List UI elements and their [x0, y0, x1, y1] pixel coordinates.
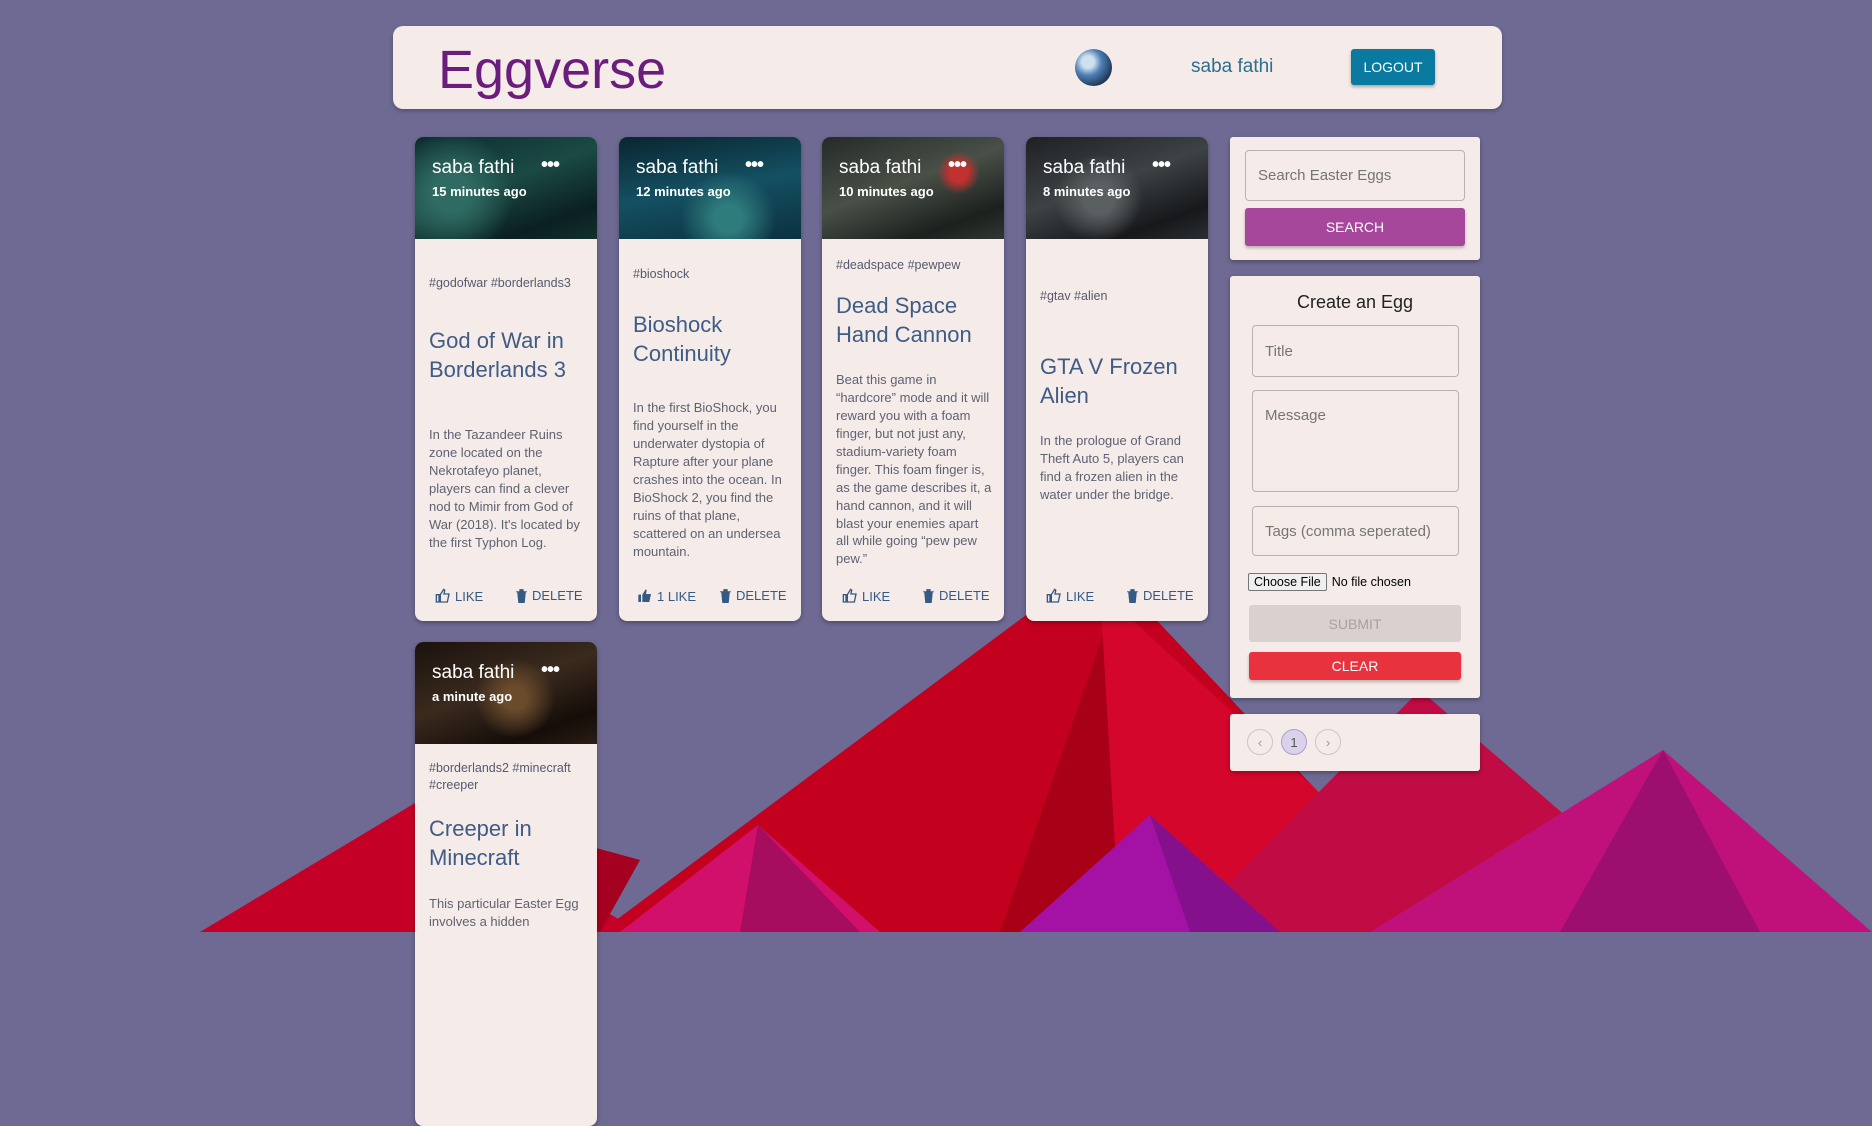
post-card: saba fathi 10 minutes ago ••• #deadspace…: [822, 137, 1004, 621]
post-actions: LIKE DELETE: [1026, 585, 1208, 609]
title-field[interactable]: [1252, 325, 1459, 377]
post-image: saba fathi a minute ago •••: [415, 642, 597, 744]
post-image: saba fathi 8 minutes ago •••: [1026, 137, 1208, 239]
more-options-icon[interactable]: •••: [948, 154, 967, 177]
post-title: Dead Space Hand Cannon: [836, 293, 972, 347]
search-panel: SEARCH: [1230, 137, 1480, 260]
post-image: saba fathi 12 minutes ago •••: [619, 137, 801, 239]
search-input[interactable]: [1245, 150, 1465, 201]
file-input: Choose File No file chosen: [1248, 573, 1411, 591]
like-label: 1 LIKE: [657, 588, 697, 604]
post-card: saba fathi 15 minutes ago ••• #godofwar …: [415, 137, 597, 621]
post-title: GTA V Frozen Alien: [1040, 354, 1178, 408]
more-options-icon[interactable]: •••: [541, 154, 560, 177]
post-tags: #borderlands2 #minecraft #creeper: [429, 761, 571, 792]
delete-button[interactable]: DELETE: [719, 588, 787, 603]
like-label: LIKE: [1066, 588, 1095, 604]
choose-file-button[interactable]: Choose File: [1248, 573, 1327, 591]
delete-label: DELETE: [532, 588, 583, 603]
post-title: God of War in Borderlands 3: [429, 328, 566, 382]
logout-button[interactable]: LOGOUT: [1351, 49, 1435, 85]
post-author: saba fathi: [839, 157, 922, 178]
post-message: In the prologue of Grand Theft Auto 5, p…: [1040, 433, 1184, 502]
post-time: 8 minutes ago: [1043, 184, 1131, 199]
post-time: 15 minutes ago: [432, 184, 527, 199]
trash-icon: [1127, 589, 1138, 603]
post-tags: #godofwar #borderlands3: [429, 276, 571, 290]
post-card: saba fathi 8 minutes ago ••• #gtav #alie…: [1026, 137, 1208, 621]
post-card: saba fathi 12 minutes ago ••• #bioshock …: [619, 137, 801, 621]
pagination-panel: ‹ 1 ›: [1230, 714, 1480, 771]
prev-page-button[interactable]: ‹: [1247, 729, 1273, 755]
page-1-button[interactable]: 1: [1281, 729, 1307, 755]
post-message: Beat this game in “hardcore” mode and it…: [836, 372, 992, 567]
post-message: In the Tazandeer Ruins zone located on t…: [429, 427, 580, 550]
like-label: LIKE: [455, 588, 484, 604]
delete-button[interactable]: DELETE: [1126, 588, 1194, 603]
form-heading: Create an Egg: [1296, 292, 1414, 312]
create-egg-panel: Create an Egg Choose File No file chosen…: [1230, 276, 1480, 698]
thumb-up-outline-icon: [1046, 588, 1061, 603]
post-time: a minute ago: [432, 689, 513, 704]
more-options-icon[interactable]: •••: [541, 659, 560, 682]
tags-field[interactable]: [1252, 506, 1459, 556]
next-page-button[interactable]: ›: [1315, 729, 1341, 755]
trash-icon: [516, 589, 527, 603]
post-author: saba fathi: [636, 157, 719, 178]
delete-label: DELETE: [939, 588, 990, 603]
like-button[interactable]: LIKE: [842, 588, 890, 604]
post-author: saba fathi: [432, 662, 515, 683]
delete-button[interactable]: DELETE: [515, 588, 583, 603]
user-avatar: [1075, 49, 1112, 86]
post-tags: #gtav #alien: [1040, 289, 1108, 303]
post-author: saba fathi: [432, 157, 515, 178]
post-tags: #bioshock: [633, 267, 690, 281]
submit-button[interactable]: SUBMIT: [1249, 605, 1461, 642]
post-image: saba fathi 15 minutes ago •••: [415, 137, 597, 239]
post-title: Creeper in Minecraft: [429, 816, 532, 870]
post-image: saba fathi 10 minutes ago •••: [822, 137, 1004, 239]
file-status: No file chosen: [1331, 575, 1411, 589]
delete-label: DELETE: [736, 588, 787, 603]
more-options-icon[interactable]: •••: [745, 154, 764, 177]
trash-icon: [923, 589, 934, 603]
like-button[interactable]: LIKE: [435, 588, 483, 604]
post-message: This particular Easter Egg involves a hi…: [429, 896, 579, 929]
thumb-up-outline-icon: [842, 588, 857, 603]
more-options-icon[interactable]: •••: [1152, 154, 1171, 177]
post-tags: #deadspace #pewpew: [836, 258, 961, 272]
like-label: LIKE: [862, 588, 891, 604]
like-button[interactable]: 1 LIKE: [637, 588, 696, 604]
post-author: saba fathi: [1043, 157, 1126, 178]
post-message: In the first BioShock, you find yourself…: [633, 400, 782, 559]
post-time: 12 minutes ago: [636, 184, 731, 199]
user-name: saba fathi: [1191, 56, 1274, 77]
post-time: 10 minutes ago: [839, 184, 934, 199]
post-actions: LIKE DELETE: [415, 585, 597, 609]
post-title: Bioshock Continuity: [633, 312, 731, 366]
app-header: Eggverse saba fathi LOGOUT: [393, 26, 1502, 109]
delete-label: DELETE: [1143, 588, 1194, 603]
clear-button[interactable]: CLEAR: [1249, 652, 1461, 680]
search-button[interactable]: SEARCH: [1245, 208, 1465, 246]
like-button[interactable]: LIKE: [1046, 588, 1094, 604]
thumb-up-outline-icon: [435, 588, 450, 603]
post-card: saba fathi a minute ago ••• #borderlands…: [415, 642, 597, 1126]
message-field[interactable]: [1252, 390, 1459, 492]
trash-icon: [720, 589, 731, 603]
post-actions: LIKE DELETE: [822, 585, 1004, 609]
thumb-up-icon: [638, 589, 651, 602]
post-actions: 1 LIKE DELETE: [619, 585, 801, 609]
app-title[interactable]: Eggverse: [438, 38, 666, 103]
delete-button[interactable]: DELETE: [922, 588, 990, 603]
